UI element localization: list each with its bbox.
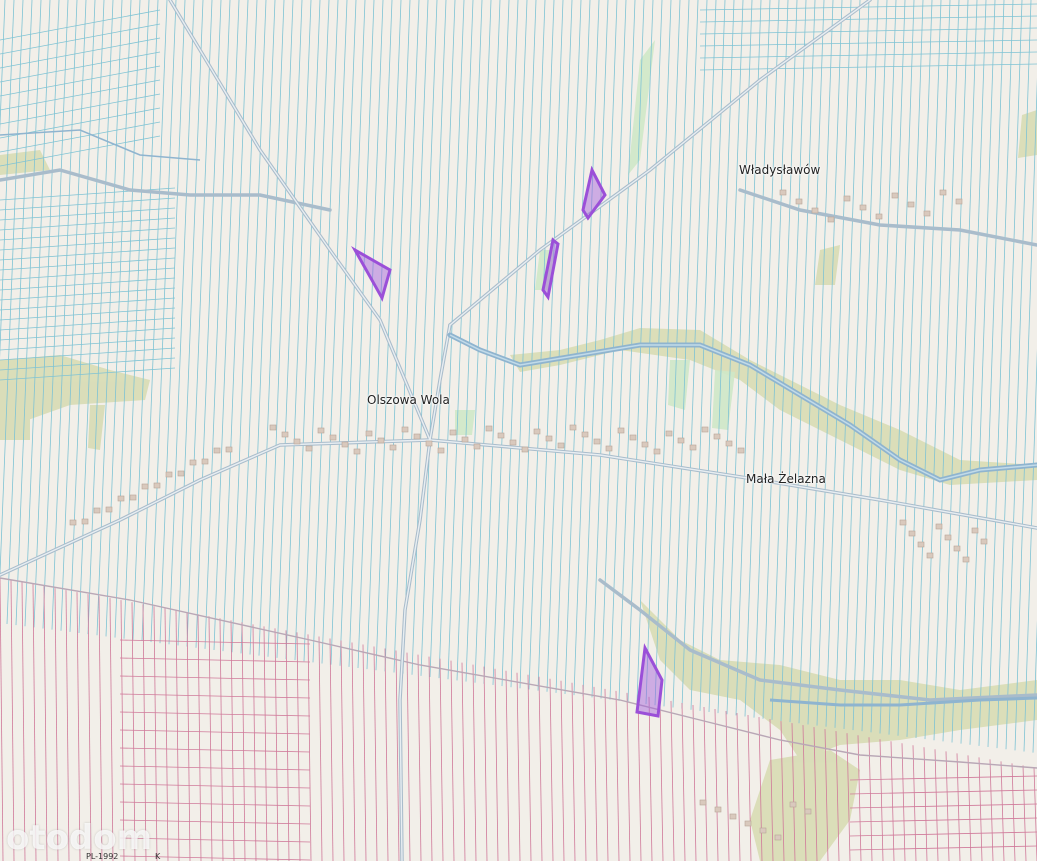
building (473, 443, 481, 450)
building (521, 446, 529, 453)
building (899, 519, 907, 526)
building (81, 518, 89, 525)
building (293, 438, 301, 445)
building (939, 189, 947, 196)
building (926, 552, 934, 559)
building (177, 470, 185, 477)
building (165, 471, 173, 478)
building (795, 198, 803, 205)
building (497, 432, 505, 439)
building (365, 430, 373, 437)
scale-text: PL-1992 (86, 852, 119, 861)
building (971, 527, 979, 534)
building (213, 447, 221, 454)
building (811, 207, 819, 214)
cadastral-map[interactable] (0, 0, 1037, 861)
building (329, 434, 337, 441)
building (653, 448, 661, 455)
building (377, 437, 385, 444)
building (69, 519, 77, 526)
building (827, 216, 835, 223)
building (581, 431, 589, 438)
building (699, 799, 707, 806)
building (774, 834, 782, 841)
building (875, 213, 883, 220)
label-olszowa-wola: Olszowa Wola (367, 393, 450, 407)
building (533, 428, 541, 435)
building (545, 435, 553, 442)
map-view[interactable]: Olszowa Wola Władysławów Mała Żelazna ot… (0, 0, 1037, 861)
building (935, 523, 943, 530)
building (955, 198, 963, 205)
building (353, 448, 361, 455)
building (907, 201, 915, 208)
building (923, 210, 931, 217)
building (105, 506, 113, 513)
building (509, 439, 517, 446)
building (641, 441, 649, 448)
building (962, 556, 970, 563)
building (225, 446, 233, 453)
building (729, 813, 737, 820)
building (744, 820, 752, 827)
building (759, 827, 767, 834)
building (189, 459, 197, 466)
building (141, 483, 149, 490)
building (665, 430, 673, 437)
building (449, 429, 457, 436)
building (461, 436, 469, 443)
building (569, 424, 577, 431)
building (317, 427, 325, 434)
building (701, 426, 709, 433)
building (953, 545, 961, 552)
building (944, 534, 952, 541)
building (843, 195, 851, 202)
building (980, 538, 988, 545)
building (737, 447, 745, 454)
building (341, 441, 349, 448)
scale-text-b: K (155, 852, 161, 861)
building (689, 444, 697, 451)
building (413, 433, 421, 440)
building (153, 482, 161, 489)
building (917, 541, 925, 548)
building (908, 530, 916, 537)
building (629, 434, 637, 441)
building (281, 431, 289, 438)
building (401, 426, 409, 433)
building (389, 444, 397, 451)
building (593, 438, 601, 445)
building (557, 442, 565, 449)
building (677, 437, 685, 444)
building (605, 445, 613, 452)
building (437, 447, 445, 454)
otodom-watermark: otodom (6, 818, 153, 858)
building (117, 495, 125, 502)
building (93, 507, 101, 514)
building (485, 425, 493, 432)
label-mala-zelazna: Mała Żelazna (746, 472, 826, 486)
building (804, 808, 812, 815)
building (129, 494, 137, 501)
building (779, 189, 787, 196)
building (859, 204, 867, 211)
building (269, 424, 277, 431)
building (789, 801, 797, 808)
building (891, 192, 899, 199)
label-wladyslawow: Władysławów (739, 163, 821, 177)
building (425, 440, 433, 447)
building (713, 433, 721, 440)
building (725, 440, 733, 447)
building (201, 458, 209, 465)
building (617, 427, 625, 434)
building (305, 445, 313, 452)
building (714, 806, 722, 813)
